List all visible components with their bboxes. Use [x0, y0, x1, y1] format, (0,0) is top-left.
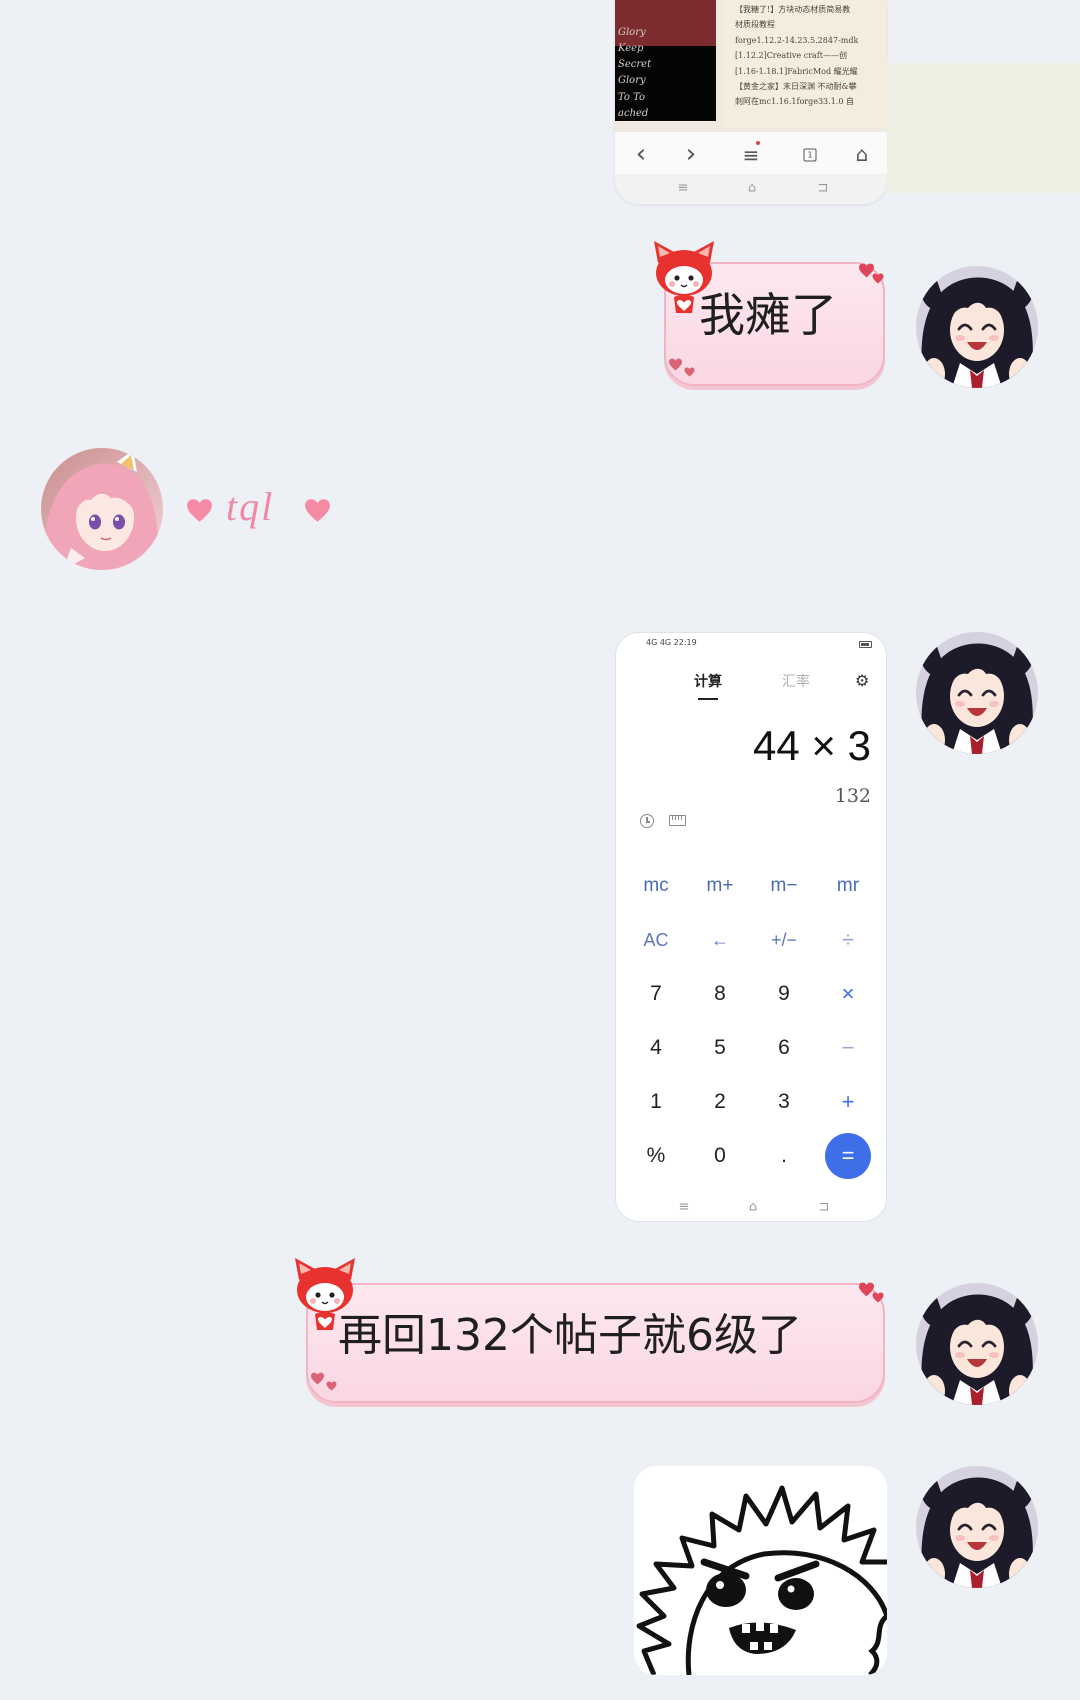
heart-icon — [326, 1381, 337, 1391]
message-text: 我瘫了 — [699, 288, 837, 342]
key-add[interactable]: + — [816, 1075, 880, 1129]
poster-text: Keep — [618, 43, 644, 54]
post-list-item: [1.16-1.18.1]FabricMod 耀光耀 — [735, 67, 858, 76]
key-memory-recall[interactable]: mr — [816, 859, 880, 913]
chevron-left-icon: ‹ — [635, 139, 647, 169]
battery-icon — [859, 641, 872, 648]
poster-text: ached — [618, 108, 649, 119]
heart-icon — [304, 498, 331, 523]
gear-icon: ⚙ — [855, 671, 870, 690]
key-equals[interactable]: = — [825, 1133, 871, 1179]
poster-band — [615, 0, 716, 46]
message-text: 再回132个帖子就6级了 — [338, 1310, 802, 1361]
key-all-clear[interactable]: AC — [624, 913, 688, 967]
active-tab-indicator — [698, 698, 718, 700]
browser-toolbar: ‹ › ≡ 1 ⌂ — [615, 132, 887, 174]
tab-calculate: 计算 — [694, 674, 722, 690]
tab-exchange-rate: 汇率 — [782, 674, 810, 690]
calc-expression: 44 × 3 — [753, 722, 871, 769]
system-nav-bar: ≡ ⌂ ⊐ — [615, 174, 887, 204]
poster-text: Glory — [618, 27, 646, 38]
fox-sticker-icon — [650, 241, 718, 317]
poster-thumbnail: Glory Keep Secret Glory To To ached — [615, 0, 716, 121]
angry-creature-drawing — [636, 1485, 887, 1675]
menu-icon: ≡ — [742, 143, 760, 167]
key-digit-8[interactable]: 8 — [688, 967, 752, 1021]
home-icon: ⌂ — [855, 142, 869, 166]
post-list: 【我糖了!】方块动态材质简易教 材质段教程 forge1.12.2-14.23.… — [723, 0, 887, 128]
poster-text: Glory — [618, 75, 646, 86]
key-multiply[interactable]: × — [816, 967, 880, 1021]
key-memory-clear[interactable]: mc — [624, 859, 688, 913]
ruler-icon — [669, 815, 686, 826]
key-backspace[interactable]: ← — [688, 913, 752, 967]
heart-icon — [684, 367, 695, 377]
key-digit-3[interactable]: 3 — [752, 1075, 816, 1129]
fox-sticker-icon — [291, 1258, 359, 1334]
key-digit-9[interactable]: 9 — [752, 967, 816, 1021]
post-list-item: [1.12.2]Creative craft——创 — [735, 51, 847, 60]
shared-screenshot-image[interactable]: Glory Keep Secret Glory To To ached 【我糖了… — [615, 0, 887, 204]
menu-icon: ≡ — [677, 180, 689, 196]
post-list-item: 刺阿在mc1.16.1forge33.1.0 自 — [735, 97, 854, 106]
key-digit-7[interactable]: 7 — [624, 967, 688, 1021]
heart-icon — [310, 1372, 325, 1385]
avatar[interactable] — [41, 448, 163, 570]
key-digit-0[interactable]: 0 — [688, 1129, 752, 1183]
key-divide[interactable]: ÷ — [816, 913, 880, 967]
key-subtract[interactable]: − — [816, 1021, 880, 1075]
key-memory-subtract[interactable]: m− — [752, 859, 816, 913]
post-list-item: 【黄金之家】末日深渊 不动耐&攀 — [735, 82, 857, 91]
message-bubble[interactable]: 再回132个帖子就6级了 — [306, 1283, 885, 1403]
poster-text: To To — [618, 92, 646, 103]
heart-icon — [872, 273, 884, 284]
post-list-item: forge1.12.2-14.23.5.2847-mdk — [735, 36, 859, 45]
keypad: mc m+ m− mr AC ← +/− ÷ 7 8 9 × 4 5 6− 1 2 3 +% 0. = — [624, 859, 880, 1183]
angry-sticker-image[interactable] — [634, 1466, 887, 1675]
avatar[interactable] — [916, 1283, 1038, 1405]
key-memory-add[interactable]: m+ — [688, 859, 752, 913]
post-list-item: 材质段教程 — [735, 20, 775, 29]
key-digit-2[interactable]: 2 — [688, 1075, 752, 1129]
key-digit-6[interactable]: 6 — [752, 1021, 816, 1075]
back-icon: ⊐ — [817, 180, 829, 196]
menu-icon: ≡ — [678, 1199, 690, 1215]
home-icon: ⌂ — [748, 1199, 758, 1215]
avatar[interactable] — [916, 266, 1038, 388]
calculator-screenshot-image[interactable]: 4G 4G 22:19 计算 汇率 ⚙ 44 × 3 132 mc m+ m− mr A… — [615, 632, 887, 1222]
calc-result: 132 — [834, 785, 871, 807]
key-digit-5[interactable]: 5 — [688, 1021, 752, 1075]
heart-icon — [186, 498, 213, 523]
post-list-item: 【我糖了!】方块动态材质简易教 — [735, 5, 851, 14]
chevron-right-icon: › — [685, 139, 697, 169]
key-digit-1[interactable]: 1 — [624, 1075, 688, 1129]
message-text[interactable]: tql — [226, 482, 274, 532]
heart-icon — [872, 1292, 884, 1303]
back-icon: ⊐ — [818, 1199, 830, 1215]
avatar[interactable] — [916, 1466, 1038, 1588]
history-icon — [640, 814, 654, 828]
heart-icon — [668, 358, 683, 371]
image-edge-fragment — [887, 63, 1080, 193]
home-icon: ⌂ — [747, 180, 757, 196]
poster-text: Secret — [618, 59, 652, 70]
key-digit-4[interactable]: 4 — [624, 1021, 688, 1075]
tabs-icon: 1 — [803, 148, 817, 162]
key-percent[interactable]: % — [624, 1129, 688, 1183]
status-bar-text: 4G 4G 22:19 — [646, 638, 697, 647]
key-decimal[interactable]: . — [752, 1129, 816, 1183]
notification-dot — [756, 141, 760, 145]
key-toggle-sign[interactable]: +/− — [752, 913, 816, 967]
avatar[interactable] — [916, 632, 1038, 754]
